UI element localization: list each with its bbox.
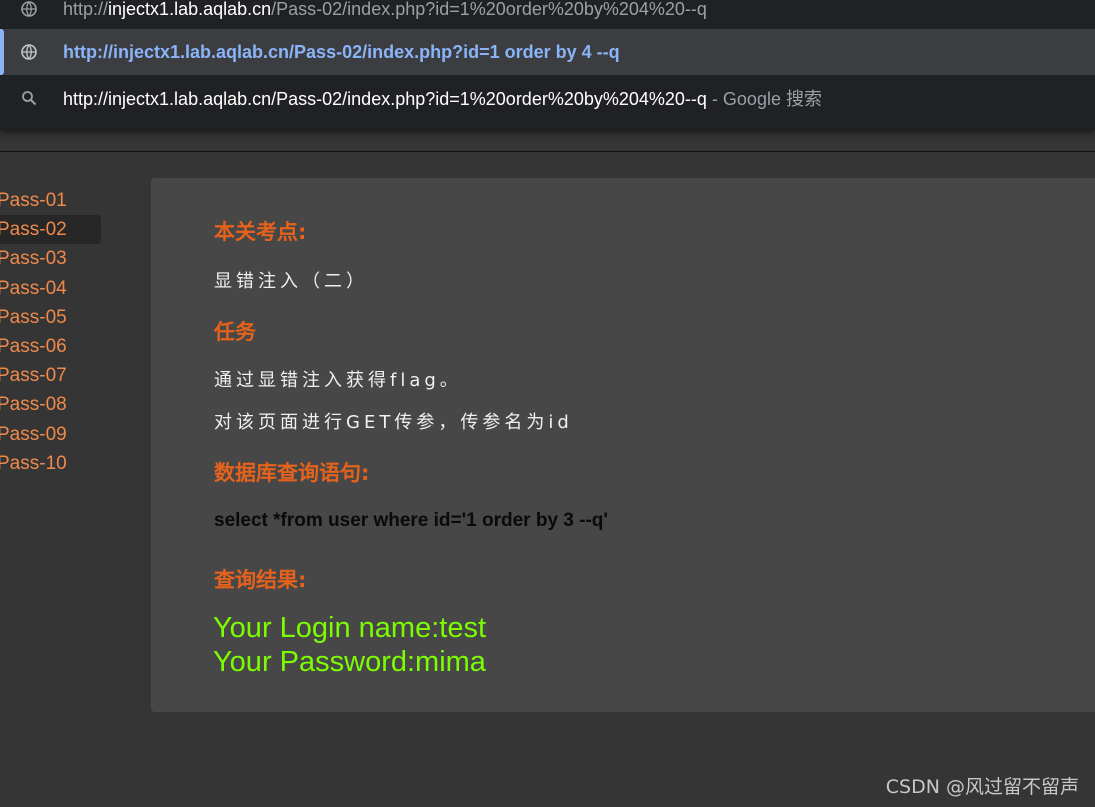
globe-icon [20,43,38,61]
sidebar-item-pass-04[interactable]: Pass-04 [0,274,110,303]
sidebar-item-pass-10[interactable]: Pass-10 [0,449,110,478]
sidebar-item-pass-08[interactable]: Pass-08 [0,390,110,419]
sidebar-item-pass-07[interactable]: Pass-07 [0,361,110,390]
query-text: select *from user where id='1 order by 3… [214,510,608,531]
search-icon [20,89,38,107]
task-heading: 任务 [214,320,256,344]
sidebar-nav: Pass-01 Pass-02 Pass-03 Pass-04 Pass-05 … [0,186,110,478]
divider [0,151,1095,152]
suggestion-text: http://injectx1.lab.aqlab.cn/Pass-02/ind… [63,0,707,19]
sidebar-item-pass-02[interactable]: Pass-02 [0,215,101,245]
content-panel: 本关考点: 显错注入（二） 任务 通过显错注入获得flag。 对该页面进行GET… [151,178,1095,712]
suggestion-text: http://injectx1.lab.aqlab.cn/Pass-02/ind… [63,41,620,62]
result-heading: 查询结果: [214,568,307,592]
suggestion-selected[interactable]: http://injectx1.lab.aqlab.cn/Pass-02/ind… [0,29,1095,75]
result-login-name: Your Login name:test [213,612,487,644]
sidebar-item-pass-05[interactable]: Pass-05 [0,303,110,332]
sidebar-item-pass-03[interactable]: Pass-03 [0,244,110,273]
globe-icon [20,0,38,18]
sidebar-item-pass-01[interactable]: Pass-01 [0,186,110,215]
query-heading: 数据库查询语句: [214,461,370,485]
sidebar-item-pass-09[interactable]: Pass-09 [0,420,110,449]
suggestion-search[interactable]: http://injectx1.lab.aqlab.cn/Pass-02/ind… [0,75,1095,121]
topic-text: 显错注入（二） [214,271,368,292]
result-password: Your Password:mima [213,646,486,678]
watermark: CSDN @风过留不留声 [885,776,1079,798]
omnibox-suggestions: http://injectx1.lab.aqlab.cn/Pass-02/ind… [0,0,1095,130]
sidebar-item-pass-06[interactable]: Pass-06 [0,332,110,361]
topic-heading: 本关考点: [214,220,307,244]
suggestion-history-1[interactable]: http://injectx1.lab.aqlab.cn/Pass-02/ind… [0,0,1095,32]
task-line-2: 对该页面进行GET传参，传参名为id [214,412,573,433]
suggestion-text: http://injectx1.lab.aqlab.cn/Pass-02/ind… [63,89,822,109]
task-line-1: 通过显错注入获得flag。 [214,370,462,391]
